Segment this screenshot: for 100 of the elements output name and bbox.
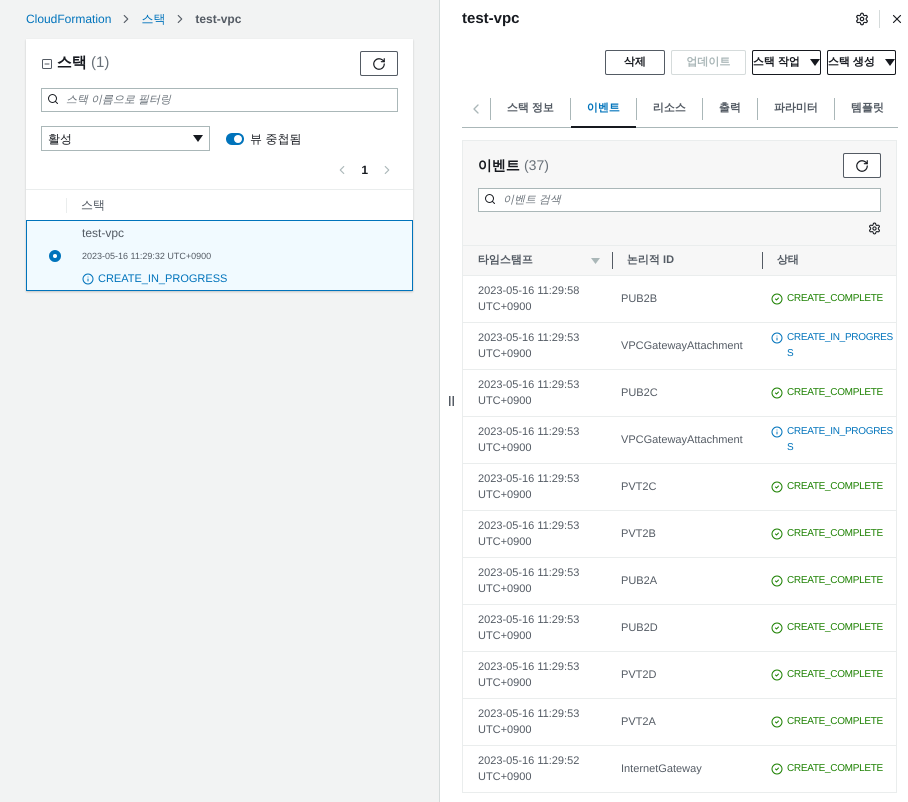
status-text: CREATE_IN_PROGRESS — [787, 331, 894, 361]
timestamp-zone: UTC+0900 — [478, 629, 533, 644]
info-icon — [82, 273, 94, 285]
tab[interactable]: 파라미터 — [758, 92, 834, 128]
timestamp-date: 2023-05-16 11:29:53 — [478, 425, 580, 440]
tab[interactable]: 출력 — [703, 92, 758, 128]
refresh-button[interactable] — [843, 153, 881, 178]
status-text: CREATE_COMPLETE — [787, 574, 883, 588]
logical-id: PUB2C — [620, 386, 659, 401]
timestamp-date: 2023-05-16 11:29:53 — [478, 472, 580, 487]
timestamp-zone: UTC+0900 — [478, 535, 533, 550]
count-text: (1) — [91, 53, 110, 74]
count-text: (37) — [524, 156, 549, 175]
status-text: CREATE_COMPLETE — [787, 621, 883, 635]
column-header[interactable]: 상태 — [777, 254, 799, 266]
logical-id: PVT2B — [620, 526, 657, 542]
panel-title: 스택 — [57, 53, 87, 74]
refresh-icon — [855, 158, 869, 172]
search-field[interactable]: 이벤트 검색 — [478, 188, 881, 212]
stack-time: 2023-05-16 11:29:32 UTC+0900 — [82, 250, 212, 262]
check-circle-icon — [771, 481, 783, 493]
info-icon — [771, 426, 783, 438]
timestamp-date: 2023-05-16 11:29:53 — [478, 519, 580, 534]
logical-id: PUB2D — [620, 620, 659, 636]
check-circle-icon — [771, 763, 783, 775]
timestamp-date: 2023-05-16 11:29:53 — [478, 378, 580, 393]
tab[interactable]: 리소스 — [637, 92, 702, 128]
logical-id: PVT2C — [620, 480, 658, 495]
breadcrumb-link[interactable]: CloudFormation — [26, 10, 112, 28]
status-text: CREATE_COMPLETE — [787, 762, 883, 776]
caret-icon — [810, 58, 820, 66]
stack-row[interactable]: test-vpc 2023-05-16 11:29:32 UTC+0900 CREATE_IN_PROGRESS — [26, 220, 413, 291]
resize-handle-icon[interactable] — [448, 396, 454, 406]
timestamp-zone: UTC+0900 — [478, 676, 533, 691]
timestamp-date: 2023-05-16 11:29:58 — [478, 284, 580, 299]
timestamp-date: 2023-05-16 11:29:53 — [478, 707, 580, 722]
status-text: CREATE_COMPLETE — [787, 527, 883, 541]
page-number[interactable]: 1 — [361, 161, 368, 179]
stack-name: test-vpc — [82, 224, 126, 242]
logical-id: PVT2A — [620, 714, 657, 730]
check-circle-icon — [771, 528, 783, 540]
logical-id: VPCGatewayAttachment — [620, 338, 744, 354]
check-circle-icon — [771, 293, 783, 305]
status-select[interactable]: 활성 — [41, 126, 210, 151]
timestamp-date: 2023-05-16 11:29:52 — [478, 754, 580, 769]
tab[interactable]: 템플릿 — [835, 92, 900, 128]
collapse-icon[interactable] — [41, 58, 53, 70]
breadcrumb-current: test-vpc — [195, 11, 242, 28]
toggle-switch[interactable] — [226, 132, 244, 144]
tab[interactable]: 스택 정보 — [491, 92, 570, 128]
column-header: 스택 — [81, 197, 105, 214]
timestamp-zone: UTC+0900 — [478, 488, 533, 503]
timestamp-date: 2023-05-16 11:29:53 — [478, 660, 580, 675]
column-header[interactable]: 타임스탬프 — [478, 252, 533, 269]
refresh-icon — [372, 56, 386, 70]
status-text: CREATE_COMPLETE — [787, 292, 883, 306]
refresh-button[interactable] — [360, 51, 398, 76]
detail-title: test-vpc — [462, 8, 520, 29]
check-circle-icon — [771, 622, 783, 634]
status-text: CREATE_COMPLETE — [787, 480, 883, 494]
status-text: CREATE_COMPLETE — [787, 668, 883, 682]
check-circle-icon — [771, 387, 783, 399]
timestamp-zone: UTC+0900 — [478, 300, 533, 315]
timestamp-zone: UTC+0900 — [478, 582, 533, 597]
check-circle-icon — [771, 669, 783, 681]
settings-icon[interactable] — [868, 222, 881, 235]
timestamp-date: 2023-05-16 11:29:53 — [478, 566, 580, 581]
timestamp-date: 2023-05-16 11:29:53 — [478, 613, 580, 628]
panel-title: 이벤트 — [478, 156, 520, 175]
status-text: CREATE_IN_PROGRESS — [787, 425, 894, 455]
dropdown-button[interactable]: 스택 작업 — [752, 50, 821, 75]
search-icon — [47, 93, 59, 105]
close-icon[interactable] — [890, 12, 904, 26]
logical-id: PVT2D — [620, 668, 658, 683]
timestamp-zone: UTC+0900 — [478, 394, 533, 409]
timestamp-zone: UTC+0900 — [478, 723, 533, 738]
check-circle-icon — [771, 575, 783, 587]
check-circle-icon — [771, 716, 783, 728]
logical-id: VPCGatewayAttachment — [620, 432, 744, 448]
info-icon — [771, 332, 783, 344]
toggle-label: 뷰 중첩됨 — [250, 130, 302, 148]
radio-button[interactable] — [48, 250, 60, 262]
search-icon — [484, 193, 496, 205]
status-text: CREATE_COMPLETE — [787, 386, 883, 400]
timestamp-zone: UTC+0900 — [478, 441, 533, 456]
logical-id: InternetGateway — [620, 762, 703, 777]
settings-icon[interactable] — [855, 12, 869, 26]
timestamp-zone: UTC+0900 — [478, 770, 533, 785]
column-header[interactable]: 논리적 ID — [627, 254, 674, 266]
timestamp-date: 2023-05-16 11:29:53 — [478, 331, 580, 346]
status-text: CREATE_COMPLETE — [787, 715, 883, 729]
timestamp-zone: UTC+0900 — [478, 347, 533, 362]
search-field[interactable]: 스택 이름으로 필터링 — [41, 88, 398, 112]
status-text: CREATE_IN_PROGRESS — [98, 272, 228, 287]
breadcrumb-link[interactable]: 스택 — [141, 10, 166, 28]
caret-icon — [885, 58, 895, 66]
action-button[interactable]: 삭제 — [604, 50, 665, 75]
dropdown-button[interactable]: 스택 생성 — [826, 50, 896, 75]
logical-id: PUB2B — [620, 292, 658, 307]
logical-id: PUB2A — [620, 574, 658, 589]
